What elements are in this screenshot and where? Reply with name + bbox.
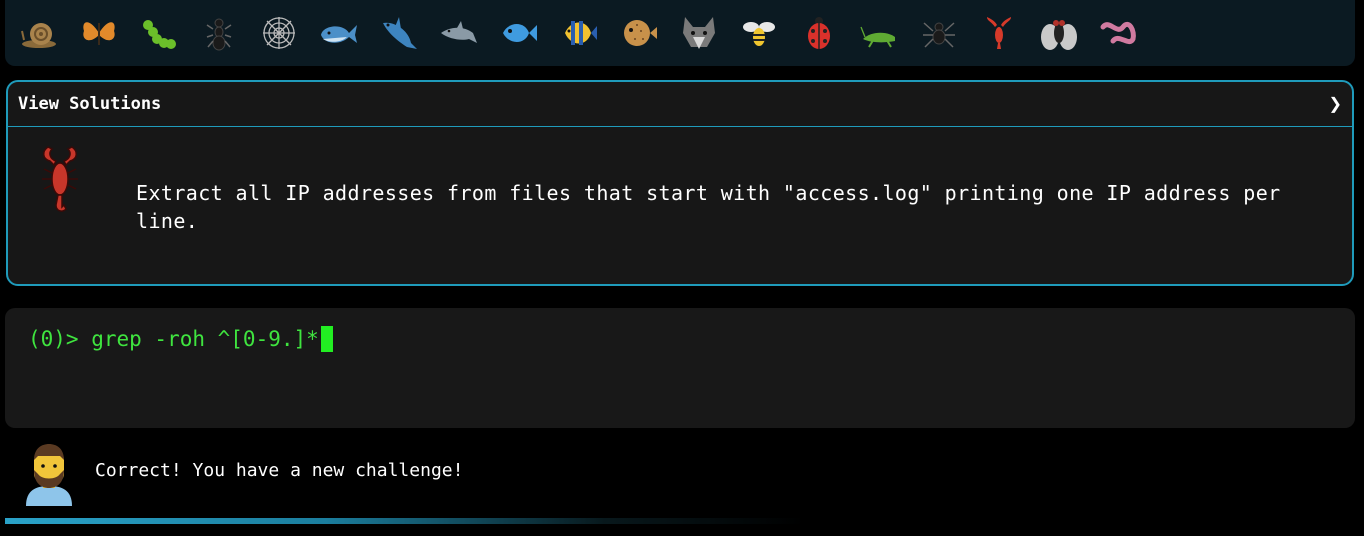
ladybug-icon[interactable] xyxy=(797,11,841,55)
butterfly-icon[interactable] xyxy=(77,11,121,55)
shark-icon[interactable] xyxy=(377,11,421,55)
challenge-panel: View Solutions ❯ Extract all IP addresse… xyxy=(6,80,1354,286)
blowfish-icon[interactable] xyxy=(617,11,661,55)
challenge-text: Extract all IP addresses from files that… xyxy=(136,181,1281,233)
whale-icon[interactable] xyxy=(317,11,361,55)
fly-icon[interactable] xyxy=(1037,11,1081,55)
bee-icon[interactable] xyxy=(737,11,781,55)
snail-icon[interactable] xyxy=(17,11,61,55)
worm-icon[interactable] xyxy=(1097,11,1141,55)
dolphin-icon[interactable] xyxy=(437,11,481,55)
scorpion-icon xyxy=(42,146,78,212)
command-line[interactable]: (0)> grep -roh ^[0-9.]* xyxy=(28,326,333,352)
terminal[interactable]: (0)> grep -roh ^[0-9.]* xyxy=(5,308,1355,428)
chevron-right-icon[interactable]: ❯ xyxy=(1329,92,1342,117)
challenge-body: Extract all IP addresses from files that… xyxy=(8,127,1352,285)
tropical-fish-icon[interactable] xyxy=(557,11,601,55)
man-avatar-icon xyxy=(26,444,72,506)
animal-toolbar xyxy=(5,0,1355,66)
fish-icon[interactable] xyxy=(497,11,541,55)
spider-web-icon[interactable] xyxy=(257,11,301,55)
cricket-icon[interactable] xyxy=(857,11,901,55)
wolf-icon[interactable] xyxy=(677,11,721,55)
prompt: (0)> xyxy=(28,327,92,351)
text-cursor xyxy=(320,326,333,352)
view-solutions-toggle[interactable]: View Solutions ❯ xyxy=(8,82,1352,127)
command-input[interactable]: grep -roh ^[0-9.]* xyxy=(91,327,319,351)
ant-icon[interactable] xyxy=(197,11,241,55)
progress-bar xyxy=(5,518,805,524)
caterpillar-icon[interactable] xyxy=(137,11,181,55)
scorpion-icon[interactable] xyxy=(977,11,1021,55)
spider-icon[interactable] xyxy=(917,11,961,55)
status-message: Correct! You have a new challenge! xyxy=(95,460,464,481)
view-solutions-label: View Solutions xyxy=(18,94,162,114)
